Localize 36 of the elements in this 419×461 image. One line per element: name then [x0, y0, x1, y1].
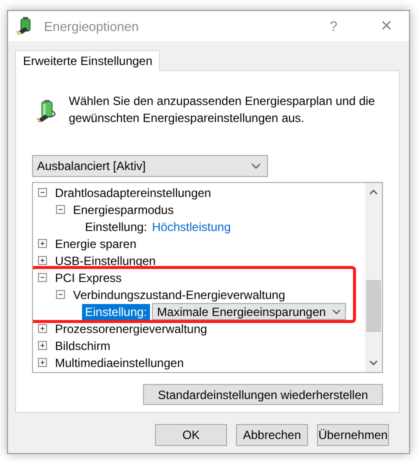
- tree-item[interactable]: Verbindungszustand-Energieverwaltung: [73, 288, 286, 302]
- tree-item[interactable]: Energie sparen: [55, 236, 136, 250]
- cancel-button[interactable]: Abbrechen: [236, 424, 308, 446]
- restore-defaults-button[interactable]: Standardeinstellungen wiederherstellen: [143, 384, 383, 405]
- scrollbar[interactable]: [365, 183, 382, 372]
- tree-item[interactable]: PCI Express: [55, 270, 122, 284]
- setting-value-link[interactable]: Höchstleistung: [152, 220, 231, 234]
- chevron-down-icon: [332, 308, 341, 314]
- ok-button[interactable]: OK: [155, 424, 227, 446]
- collapse-icon[interactable]: [38, 188, 47, 197]
- collapse-icon[interactable]: [56, 205, 65, 214]
- plan-dropdown[interactable]: Ausbalanciert [Aktiv]: [32, 155, 268, 177]
- scroll-down-icon[interactable]: [369, 360, 378, 366]
- collapse-icon[interactable]: [56, 290, 65, 299]
- collapse-icon[interactable]: [38, 273, 47, 282]
- scroll-up-icon[interactable]: [369, 189, 378, 195]
- setting-dropdown[interactable]: Maximale Energieeinsparungen: [152, 303, 346, 320]
- tree-item[interactable]: Energiesparmodus: [73, 202, 174, 216]
- apply-button[interactable]: Übernehmen: [317, 424, 389, 446]
- tree-item[interactable]: Multimediaeinstellungen: [55, 356, 184, 370]
- expand-icon[interactable]: [38, 358, 47, 367]
- setting-label[interactable]: Einstellung:: [82, 218, 150, 234]
- expand-icon[interactable]: [38, 256, 47, 265]
- tree-item[interactable]: Drahtlosadaptereinstellungen: [55, 186, 212, 200]
- tree-item[interactable]: Prozessorenergieverwaltung: [55, 322, 208, 336]
- description-text: Wählen Sie den anzupassenden Energiesparplan und die gewünschten Energiespareinstellungen aus.: [68, 93, 376, 127]
- chevron-down-icon: [251, 163, 261, 169]
- expand-icon[interactable]: [38, 324, 47, 333]
- window-title: Energieoptionen: [44, 18, 140, 34]
- tree-item[interactable]: Bildschirm: [55, 338, 110, 352]
- expand-icon[interactable]: [38, 239, 47, 248]
- expand-icon[interactable]: [38, 341, 47, 350]
- setting-label[interactable]: Einstellung:: [82, 304, 150, 320]
- tab[interactable]: Erweiterte Einstellungen: [15, 50, 160, 71]
- scrollbar-thumb[interactable]: [366, 280, 381, 332]
- tree-item[interactable]: USB-Einstellungen: [55, 254, 156, 268]
